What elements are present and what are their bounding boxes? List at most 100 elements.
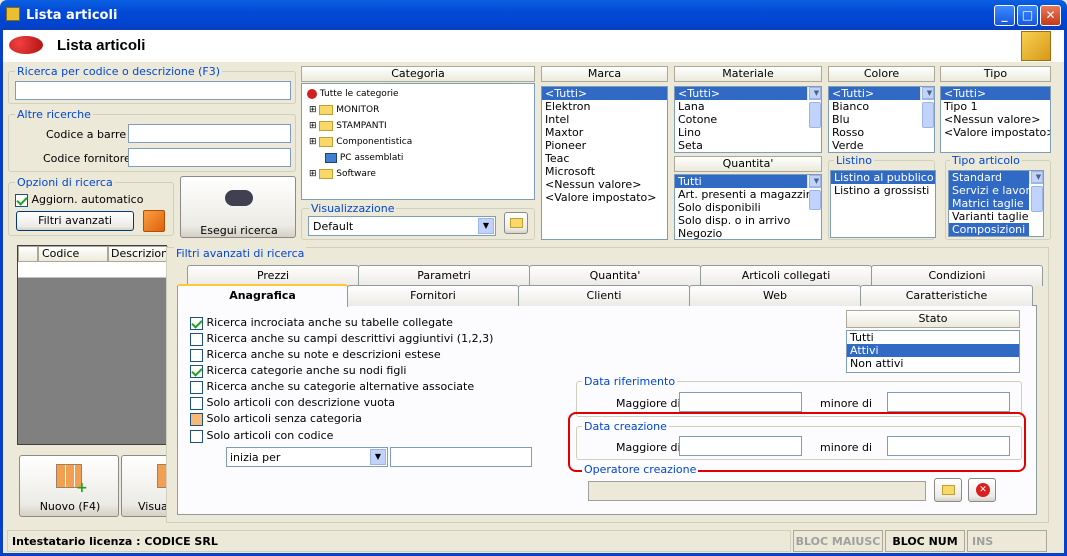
tree-item[interactable]: PC assemblati: [322, 152, 403, 165]
list-item[interactable]: Bianco: [829, 100, 934, 113]
scroll-thumb[interactable]: [1031, 186, 1043, 212]
list-item[interactable]: Maxtor: [542, 126, 667, 139]
list-item[interactable]: <Nessun valore>: [941, 113, 1050, 126]
scrollbar[interactable]: ▲▼: [920, 87, 934, 128]
check-senza-categoria[interactable]: Solo articoli senza categoria: [190, 411, 362, 427]
list-item[interactable]: Verde: [829, 139, 934, 152]
scroll-down-icon[interactable]: ▼: [809, 87, 821, 99]
auto-update-checkbox[interactable]: Aggiorn. automatico: [15, 192, 143, 208]
list-item[interactable]: Seta: [675, 139, 821, 152]
list-item[interactable]: Composizioni: [949, 223, 1029, 236]
tree-item[interactable]: ⊞ Componentistica: [306, 136, 412, 149]
visual-button[interactable]: Visual: [121, 455, 171, 517]
scroll-down-icon[interactable]: ▼: [1031, 171, 1043, 183]
grid-col-descrizione[interactable]: Descrizione: [108, 246, 168, 262]
list-item[interactable]: Microsoft: [542, 165, 667, 178]
tab-quantita[interactable]: Quantita': [529, 265, 701, 286]
tab-caratteristiche[interactable]: Caratteristiche: [860, 285, 1033, 306]
scrollbar[interactable]: ▲▼: [1029, 171, 1043, 212]
close-button[interactable]: ✕: [1040, 5, 1061, 26]
list-item[interactable]: Negozio: [675, 227, 821, 239]
tree-item[interactable]: ⊞ MONITOR: [306, 104, 379, 117]
code-filter-input[interactable]: [390, 447, 532, 467]
list-item[interactable]: Tutti: [847, 331, 1019, 344]
minimize-button[interactable]: _: [994, 5, 1015, 26]
arrow-icon[interactable]: [143, 210, 165, 232]
list-item[interactable]: Solo disp. o in arrivo: [675, 214, 821, 227]
execute-search-button[interactable]: Esegui ricerca: [180, 176, 296, 238]
list-item[interactable]: <Nessun valore>: [542, 178, 667, 191]
list-item[interactable]: Attivi: [847, 344, 1019, 357]
scroll-down-icon[interactable]: ▼: [809, 175, 821, 187]
quantita-list[interactable]: Tutti Art. presenti a magazzino Solo dis…: [674, 174, 822, 240]
listino-list[interactable]: Listino al pubblico Listino a grossisti: [830, 170, 936, 238]
tree-root[interactable]: Tutte le categorie: [304, 88, 399, 101]
crea-maggiore-input[interactable]: [679, 436, 802, 456]
maximize-button[interactable]: □: [1017, 5, 1038, 26]
colore-list[interactable]: <Tutti> Bianco Blu Rosso Verde ▲▼: [828, 86, 935, 153]
scrollbar[interactable]: ▲▼: [807, 175, 821, 210]
check-ricerca-incrociata[interactable]: Ricerca incrociata anche su tabelle coll…: [190, 315, 453, 331]
list-item[interactable]: Tipo 1: [941, 100, 1050, 113]
scroll-thumb[interactable]: [809, 102, 821, 128]
list-item[interactable]: <Tutti>: [675, 87, 807, 100]
scrollbar[interactable]: ▲▼: [807, 87, 821, 128]
list-item[interactable]: Listino al pubblico: [831, 171, 935, 184]
list-item[interactable]: Non attivi: [847, 357, 1019, 370]
results-grid[interactable]: Codice Descrizione: [17, 245, 168, 445]
list-item[interactable]: Lino: [675, 126, 821, 139]
list-item[interactable]: <Valore impostato>: [941, 126, 1050, 139]
list-item[interactable]: Blu: [829, 113, 934, 126]
folder-button[interactable]: [504, 212, 528, 234]
rif-minore-input[interactable]: [887, 392, 1010, 412]
list-item[interactable]: Pioneer: [542, 139, 667, 152]
grid-row[interactable]: [18, 262, 168, 278]
operatore-input[interactable]: [588, 481, 926, 501]
marca-list[interactable]: <Tutti> Elektron Intel Maxtor Pioneer Te…: [541, 86, 668, 240]
list-item[interactable]: Teac: [542, 152, 667, 165]
list-item[interactable]: Varianti taglie: [949, 210, 1043, 223]
tab-web[interactable]: Web: [689, 285, 861, 306]
scroll-thumb[interactable]: [809, 190, 821, 210]
operatore-clear-button[interactable]: ✕: [968, 478, 996, 502]
new-button[interactable]: + Nuovo (F4): [19, 455, 119, 517]
tree-item[interactable]: ⊞ Software: [306, 168, 376, 181]
scroll-down-icon[interactable]: ▼: [922, 87, 934, 99]
tipo-articolo-list[interactable]: Standard Servizi e lavorazioni Matrici t…: [948, 170, 1044, 237]
supplier-code-input[interactable]: [128, 148, 291, 167]
list-item[interactable]: <Tutti>: [829, 87, 920, 100]
list-item[interactable]: Elektron: [542, 100, 667, 113]
operatore-folder-button[interactable]: [934, 478, 962, 502]
tab-clienti[interactable]: Clienti: [518, 285, 690, 306]
search-input[interactable]: [15, 81, 291, 100]
list-item[interactable]: <Tutti>: [941, 87, 1050, 100]
check-categorie-alternative[interactable]: Ricerca anche su categorie alternative a…: [190, 379, 474, 395]
check-descrizione-vuota[interactable]: Solo articoli con descrizione vuota: [190, 395, 395, 411]
materiale-list[interactable]: <Tutti> Lana Cotone Lino Seta ▲▼: [674, 86, 822, 153]
tab-condizioni[interactable]: Condizioni: [871, 265, 1043, 286]
grid-col-codice[interactable]: Codice: [38, 246, 108, 262]
tab-fornitori[interactable]: Fornitori: [347, 285, 519, 306]
list-item[interactable]: Art. presenti a magazzino: [675, 188, 821, 201]
list-item[interactable]: Solo disponibili: [675, 201, 821, 214]
list-item[interactable]: <Valore impostato>: [542, 191, 667, 204]
list-item[interactable]: Rosso: [829, 126, 934, 139]
tab-parametri[interactable]: Parametri: [358, 265, 530, 286]
list-item[interactable]: Matrici taglie: [949, 197, 1029, 210]
tab-prezzi[interactable]: Prezzi: [187, 265, 359, 286]
check-campi-descrittivi[interactable]: Ricerca anche su campi descrittivi aggiu…: [190, 331, 493, 347]
categoria-tree[interactable]: Tutte le categorie ⊞ MONITOR ⊞ STAMPANTI…: [301, 83, 535, 200]
rif-maggiore-input[interactable]: [679, 392, 802, 412]
tab-articoli-collegati[interactable]: Articoli collegati: [700, 265, 872, 286]
match-mode-select[interactable]: inizia per ▼: [226, 447, 388, 467]
list-item[interactable]: Standard: [949, 171, 1029, 184]
list-item[interactable]: Servizi e lavorazioni: [949, 184, 1029, 197]
scroll-thumb[interactable]: [922, 102, 934, 128]
advanced-filters-button[interactable]: Filtri avanzati: [16, 211, 134, 231]
visualizzazione-select[interactable]: Default ▼: [308, 216, 496, 236]
check-categorie-nodi-figli[interactable]: Ricerca categorie anche su nodi figli: [190, 363, 406, 379]
list-item[interactable]: Lana: [675, 100, 821, 113]
tab-anagrafica[interactable]: Anagrafica: [177, 284, 348, 307]
crea-minore-input[interactable]: [887, 436, 1010, 456]
list-item[interactable]: Listino a grossisti: [831, 184, 935, 197]
